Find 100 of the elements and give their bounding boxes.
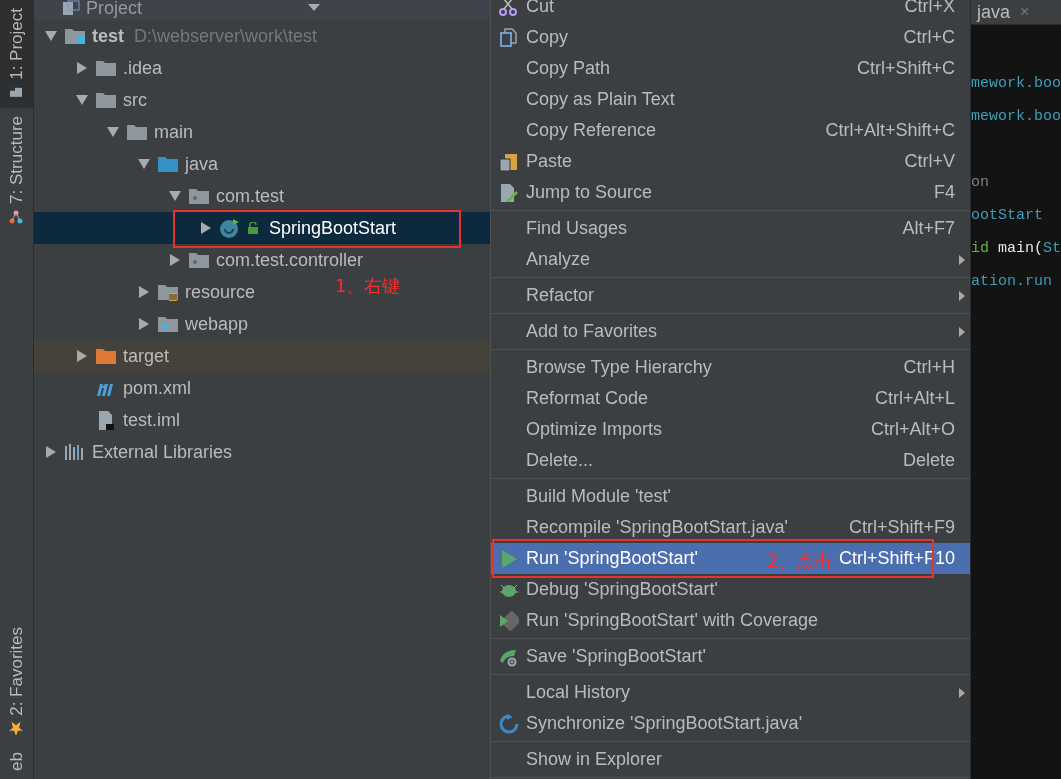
expand-icon[interactable] <box>76 350 88 362</box>
menu-label: Run 'SpringBootStart' <box>526 547 698 570</box>
menu-item[interactable]: Copy as Plain Text <box>491 84 970 115</box>
shortcut: Ctrl+Alt+L <box>874 387 955 410</box>
menu-item[interactable]: Jump to Source F4 <box>491 177 970 208</box>
tree-item[interactable]: SpringBootStart <box>269 214 397 242</box>
menu-item[interactable]: Browse Type Hierarchy Ctrl+H <box>491 352 970 383</box>
code-text: ootStart <box>970 207 1043 224</box>
code-text: ation.run <box>970 273 1052 290</box>
menu-item[interactable]: Refactor <box>491 280 970 311</box>
menu-label: Delete... <box>526 449 594 472</box>
menu-label: Build Module 'test' <box>526 485 671 508</box>
menu-item[interactable]: Run 'SpringBootStart' with Coverage <box>491 605 970 636</box>
folder-icon <box>95 58 117 78</box>
menu-label: Debug 'SpringBootStart' <box>526 578 719 601</box>
collapse-icon[interactable] <box>138 158 150 170</box>
tool-window-tab[interactable]: eb <box>0 752 33 779</box>
tool-window-tab[interactable]: 2: Favorites <box>0 619 33 745</box>
menu-label: Reformat Code <box>526 387 649 410</box>
menu-item[interactable]: Show in Explorer <box>491 744 970 775</box>
tree-item[interactable]: test.iml <box>123 406 180 434</box>
menu-label: Copy <box>526 26 569 49</box>
folder-icon <box>9 85 24 100</box>
code-text: mework.boo <box>970 108 1061 125</box>
dropdown-icon <box>308 4 321 12</box>
tool-window-tab[interactable]: 7: Structure <box>0 107 33 232</box>
shortcut: F4 <box>933 181 955 204</box>
menu-label: Show in Explorer <box>526 748 663 771</box>
expand-icon[interactable] <box>138 286 150 298</box>
tree-item[interactable]: resource <box>185 278 256 306</box>
menu-item[interactable]: Copy Path Ctrl+Shift+C <box>491 53 970 84</box>
menu-item[interactable]: Add to Favorites <box>491 316 970 347</box>
shortcut: Ctrl+H <box>903 356 955 379</box>
path-hint: D:\webserver\work\test <box>134 24 318 48</box>
menu-item[interactable]: Local History <box>491 677 970 708</box>
shortcut: Delete <box>902 449 955 472</box>
menu-label: Local History <box>526 681 631 704</box>
expand-icon[interactable] <box>138 318 150 330</box>
shortcut: Ctrl+C <box>903 26 955 49</box>
star-icon <box>9 722 24 737</box>
menu-label: Recompile 'SpringBootStart.java' <box>526 516 789 539</box>
collapse-icon[interactable] <box>107 126 119 138</box>
libraries-icon <box>64 442 86 462</box>
folder-icon <box>126 122 148 142</box>
expand-icon[interactable] <box>169 254 181 266</box>
structure-icon <box>9 209 24 224</box>
expand-icon[interactable] <box>200 222 212 234</box>
menu-item[interactable]: Analyze <box>491 244 970 275</box>
menu-item[interactable]: Save 'SpringBootStart' <box>491 641 970 672</box>
folder-icon <box>95 90 117 110</box>
shortcut: Ctrl+Shift+C <box>856 57 955 80</box>
menu-label: Copy as Plain Text <box>526 88 675 111</box>
tree-item[interactable]: External Libraries <box>92 438 233 466</box>
shortcut: Ctrl+Alt+O <box>870 418 955 441</box>
menu-label: Optimize Imports <box>526 418 663 441</box>
copy-icon <box>498 27 519 48</box>
tree-item[interactable]: main <box>154 118 193 146</box>
code-text: id <box>970 240 989 257</box>
tree-item[interactable]: java <box>185 150 219 178</box>
menu-label: Synchronize 'SpringBootStart.java' <box>526 712 803 735</box>
package-icon <box>188 186 210 206</box>
menu-item[interactable]: Delete... Delete <box>491 445 970 476</box>
collapse-icon[interactable] <box>76 94 88 106</box>
folder-icon <box>157 282 179 302</box>
expand-icon[interactable] <box>45 446 57 458</box>
project-icon <box>62 0 80 16</box>
shortcut: Ctrl+Alt+Shift+C <box>825 119 955 142</box>
menu-item[interactable]: Find Usages Alt+F7 <box>491 213 970 244</box>
tree-item[interactable]: pom.xml <box>123 374 191 402</box>
collapse-icon[interactable] <box>45 30 57 42</box>
tree-item[interactable]: src <box>123 86 147 114</box>
menu-label: Browse Type Hierarchy <box>526 356 712 379</box>
shortcut: Ctrl+V <box>904 150 955 173</box>
menu-label: Save 'SpringBootStart' <box>526 645 707 668</box>
menu-item[interactable]: Recompile 'SpringBootStart.java' Ctrl+Shift+F9 <box>491 512 970 543</box>
tool-window-tab[interactable]: 1: Project <box>0 0 33 108</box>
menu-label: Find Usages <box>526 217 628 240</box>
collapse-icon[interactable] <box>169 190 181 202</box>
code-text: St <box>1043 240 1061 257</box>
menu-item[interactable]: Optimize Imports Ctrl+Alt+O <box>491 414 970 445</box>
tree-item[interactable]: webapp <box>185 310 249 338</box>
folder-icon <box>95 346 117 366</box>
menu-item[interactable]: Debug 'SpringBootStart' <box>491 574 970 605</box>
menu-item[interactable]: Synchronize 'SpringBootStart.java' <box>491 708 970 739</box>
shortcut: Ctrl+Shift+F9 <box>848 516 955 539</box>
menu-item[interactable]: Reformat Code Ctrl+Alt+L <box>491 383 970 414</box>
code-text: on <box>970 174 989 191</box>
menu-item[interactable]: Copy Ctrl+C <box>491 22 970 53</box>
tree-item[interactable]: com.test <box>216 182 285 210</box>
menu-item[interactable]: Paste Ctrl+V <box>491 146 970 177</box>
tree-item[interactable]: test <box>92 22 124 50</box>
menu-item[interactable]: Build Module 'test' <box>491 481 970 512</box>
menu-item[interactable]: Copy Reference Ctrl+Alt+Shift+C <box>491 115 970 146</box>
expand-icon[interactable] <box>76 62 88 74</box>
tree-item[interactable]: target <box>123 342 170 370</box>
menu-label: Paste <box>526 150 573 173</box>
tree-item[interactable]: .idea <box>123 54 163 82</box>
annotation-text: 2、点击 <box>767 549 833 573</box>
tree-item[interactable]: com.test.controller <box>216 246 364 274</box>
annotation-text: 1、右键 <box>335 274 401 298</box>
